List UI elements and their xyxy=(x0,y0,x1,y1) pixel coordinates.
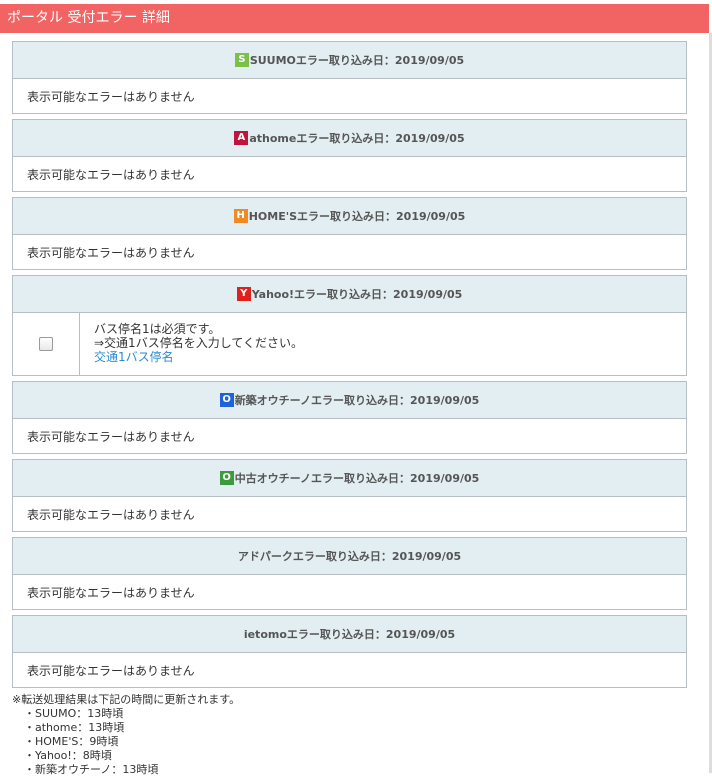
section-message: 表示可能なエラーはありません xyxy=(27,663,195,678)
section-title: SUUMOエラー取り込み日：2019/09/05 xyxy=(249,54,465,67)
section-message: 表示可能なエラーはありません xyxy=(27,429,195,444)
suumo-logo-icon: S xyxy=(234,53,249,67)
note-item: ・HOME'S：9時頃 xyxy=(24,735,119,748)
section-title: Yahoo!エラー取り込み日：2019/09/05 xyxy=(251,288,463,301)
note-item: ・Yahoo!：8時頃 xyxy=(24,749,112,762)
section-title: 新築オウチーノエラー取り込み日：2019/09/05 xyxy=(234,394,480,407)
yahoo-logo-icon: Y xyxy=(236,287,251,301)
section-title: HOME'Sエラー取り込み日：2019/09/05 xyxy=(248,210,466,223)
ouchino-new-logo-icon: O xyxy=(219,393,234,407)
section-ouchino-used: O 中古オウチーノエラー取り込み日：2019/09/05 表示可能なエラーはあり… xyxy=(12,459,687,532)
error-line-1: バス停名1は必須です。 xyxy=(94,322,221,336)
error-checkbox[interactable] xyxy=(39,337,53,351)
section-title: アドパークエラー取り込み日：2019/09/05 xyxy=(237,550,462,563)
section-header: S SUUMOエラー取り込み日：2019/09/05 xyxy=(13,42,686,79)
note-item: ・SUUMO：13時頃 xyxy=(24,707,124,720)
error-row: バス停名1は必須です。 ⇒交通1バス停名を入力してください。 交通1バス停名 xyxy=(13,313,686,375)
section-homes: H HOME'Sエラー取り込み日：2019/09/05 表示可能なエラーはありま… xyxy=(12,197,687,270)
section-ietomo: ietomoエラー取り込み日：2019/09/05 表示可能なエラーはありません xyxy=(12,615,687,688)
section-message: 表示可能なエラーはありません xyxy=(27,507,195,522)
section-header: O 中古オウチーノエラー取り込み日：2019/09/05 xyxy=(13,460,686,497)
update-schedule-notes: ※転送処理結果は下記の時間に更新されます。 ・SUUMO：13時頃 ・athom… xyxy=(12,693,240,777)
section-message: 表示可能なエラーはありません xyxy=(27,245,195,260)
section-header: ietomoエラー取り込み日：2019/09/05 xyxy=(13,616,686,653)
error-text: バス停名1は必須です。 ⇒交通1バス停名を入力してください。 交通1バス停名 xyxy=(80,313,303,375)
section-adpark: アドパークエラー取り込み日：2019/09/05 表示可能なエラーはありません xyxy=(12,537,687,610)
section-header: A athomeエラー取り込み日：2019/09/05 xyxy=(13,120,686,157)
section-title: ietomoエラー取り込み日：2019/09/05 xyxy=(243,628,456,641)
error-field-link[interactable]: 交通1バス停名 xyxy=(94,350,303,364)
note-item: ・athome：13時頃 xyxy=(24,721,125,734)
section-yahoo: Y Yahoo!エラー取り込み日：2019/09/05 バス停名1は必須です。 … xyxy=(12,275,687,376)
note-item: ・新築オウチーノ：13時頃 xyxy=(24,763,159,776)
ouchino-used-logo-icon: O xyxy=(219,471,234,485)
homes-logo-icon: H xyxy=(233,209,248,223)
section-title: 中古オウチーノエラー取り込み日：2019/09/05 xyxy=(234,472,480,485)
notes-header: ※転送処理結果は下記の時間に更新されます。 xyxy=(12,693,241,706)
section-header: Y Yahoo!エラー取り込み日：2019/09/05 xyxy=(13,276,686,313)
window-title: ポータル 受付エラー 詳細 xyxy=(0,4,709,33)
section-message: 表示可能なエラーはありません xyxy=(27,89,195,104)
error-checkbox-cell xyxy=(13,313,80,375)
section-message: 表示可能なエラーはありません xyxy=(27,167,195,182)
section-message: 表示可能なエラーはありません xyxy=(27,585,195,600)
athome-logo-icon: A xyxy=(234,131,249,145)
section-title: athomeエラー取り込み日：2019/09/05 xyxy=(249,132,465,145)
section-header: O 新築オウチーノエラー取り込み日：2019/09/05 xyxy=(13,382,686,419)
section-suumo: S SUUMOエラー取り込み日：2019/09/05 表示可能なエラーはありませ… xyxy=(12,41,687,114)
section-ouchino-new: O 新築オウチーノエラー取り込み日：2019/09/05 表示可能なエラーはあり… xyxy=(12,381,687,454)
section-header: アドパークエラー取り込み日：2019/09/05 xyxy=(13,538,686,575)
error-line-2: ⇒交通1バス停名を入力してください。 xyxy=(94,336,303,350)
section-header: H HOME'Sエラー取り込み日：2019/09/05 xyxy=(13,198,686,235)
section-athome: A athomeエラー取り込み日：2019/09/05 表示可能なエラーはありま… xyxy=(12,119,687,192)
